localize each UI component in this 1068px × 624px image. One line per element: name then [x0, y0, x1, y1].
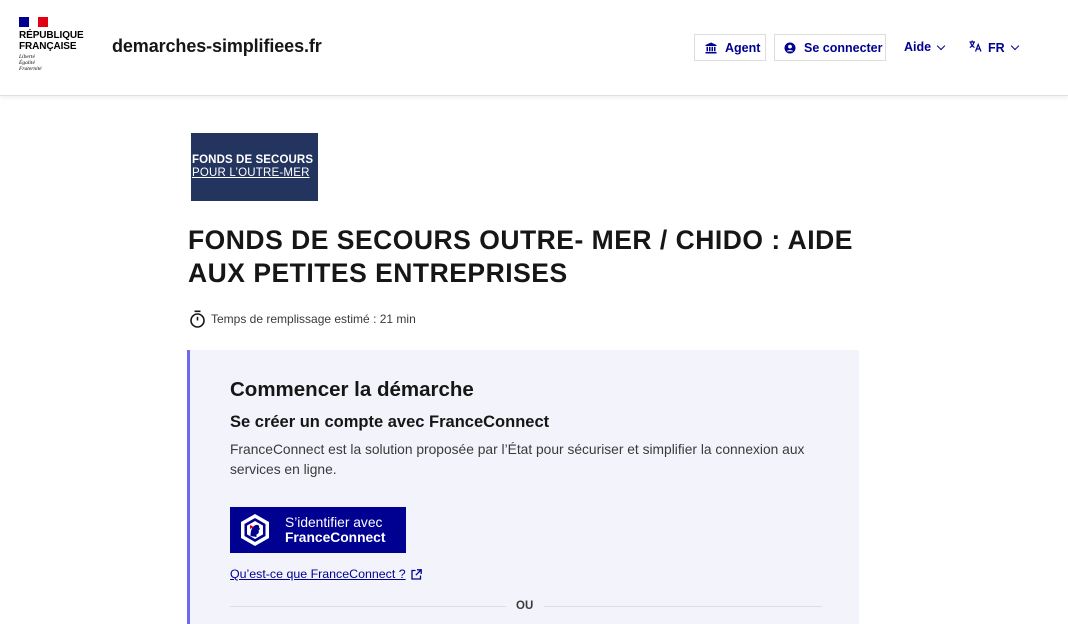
estimated-time: Temps de remplissage estimé : 21 min	[189, 310, 416, 328]
agent-label: Agent	[725, 40, 761, 55]
franceconnect-help-link[interactable]: Qu’est-ce que FranceConnect ?	[230, 567, 422, 581]
gov-motto: Liberté Égalité Fraternité	[19, 54, 91, 72]
republique-francaise-logo[interactable]: RÉPUBLIQUE FRANÇAISE Liberté Égalité Fra…	[19, 17, 91, 72]
chevron-down-icon	[936, 41, 946, 50]
login-label: Se connecter	[804, 40, 883, 55]
login-button[interactable]: Se connecter	[774, 34, 886, 61]
french-flag-icon	[19, 17, 49, 27]
separator-line-right	[544, 606, 822, 607]
franceconnect-button-line1: S’identifier avec	[285, 514, 383, 530]
language-selector[interactable]: FR	[969, 40, 1019, 55]
gov-name-line2: FRANÇAISE	[19, 41, 77, 52]
translate-icon	[969, 40, 982, 55]
card-title: Commencer la démarche	[230, 378, 474, 401]
start-procedure-card: Commencer la démarche Se créer un compte…	[187, 350, 859, 624]
separator-text: OU	[516, 600, 534, 612]
franceconnect-button-line2: FranceConnect	[285, 530, 386, 545]
user-circle-icon	[784, 42, 796, 54]
procedure-logo: FONDS DE SECOURS POUR L’OUTRE-MER	[191, 133, 318, 201]
procedure-title: FONDS DE SECOURS OUTRE- MER / CHIDO : AI…	[188, 225, 853, 288]
separator-line-left	[230, 606, 506, 607]
franceconnect-help-text: Qu’est-ce que FranceConnect ?	[230, 567, 406, 581]
lang-label: FR	[988, 40, 1005, 55]
help-label: Aide	[904, 40, 932, 54]
franceconnect-logo-icon	[241, 514, 269, 546]
institution-icon	[705, 42, 717, 54]
chevron-down-icon	[1010, 41, 1019, 51]
help-menu[interactable]: Aide	[904, 40, 946, 54]
site-header: RÉPUBLIQUE FRANÇAISE Liberté Égalité Fra…	[0, 0, 1068, 96]
estimated-time-text: Temps de remplissage estimé : 21 min	[211, 312, 416, 326]
franceconnect-button[interactable]: S’identifier avec FranceConnect	[230, 507, 406, 553]
agent-button[interactable]: Agent	[694, 34, 766, 61]
timer-icon	[190, 310, 205, 328]
external-link-icon	[410, 568, 422, 580]
card-subtitle: Se créer un compte avec FranceConnect	[230, 413, 550, 431]
procedure-logo-line2: POUR L’OUTRE-MER	[192, 167, 310, 179]
motto-fraternite: Fraternité	[19, 65, 42, 72]
procedure-logo-line1: FONDS DE SECOURS	[192, 154, 314, 166]
site-name-link[interactable]: demarches-simplifiees.fr	[112, 36, 322, 57]
gov-name-line1: RÉPUBLIQUE	[19, 30, 84, 41]
or-separator: OU	[230, 600, 822, 612]
card-description: FranceConnect est la solution proposée p…	[230, 442, 805, 477]
